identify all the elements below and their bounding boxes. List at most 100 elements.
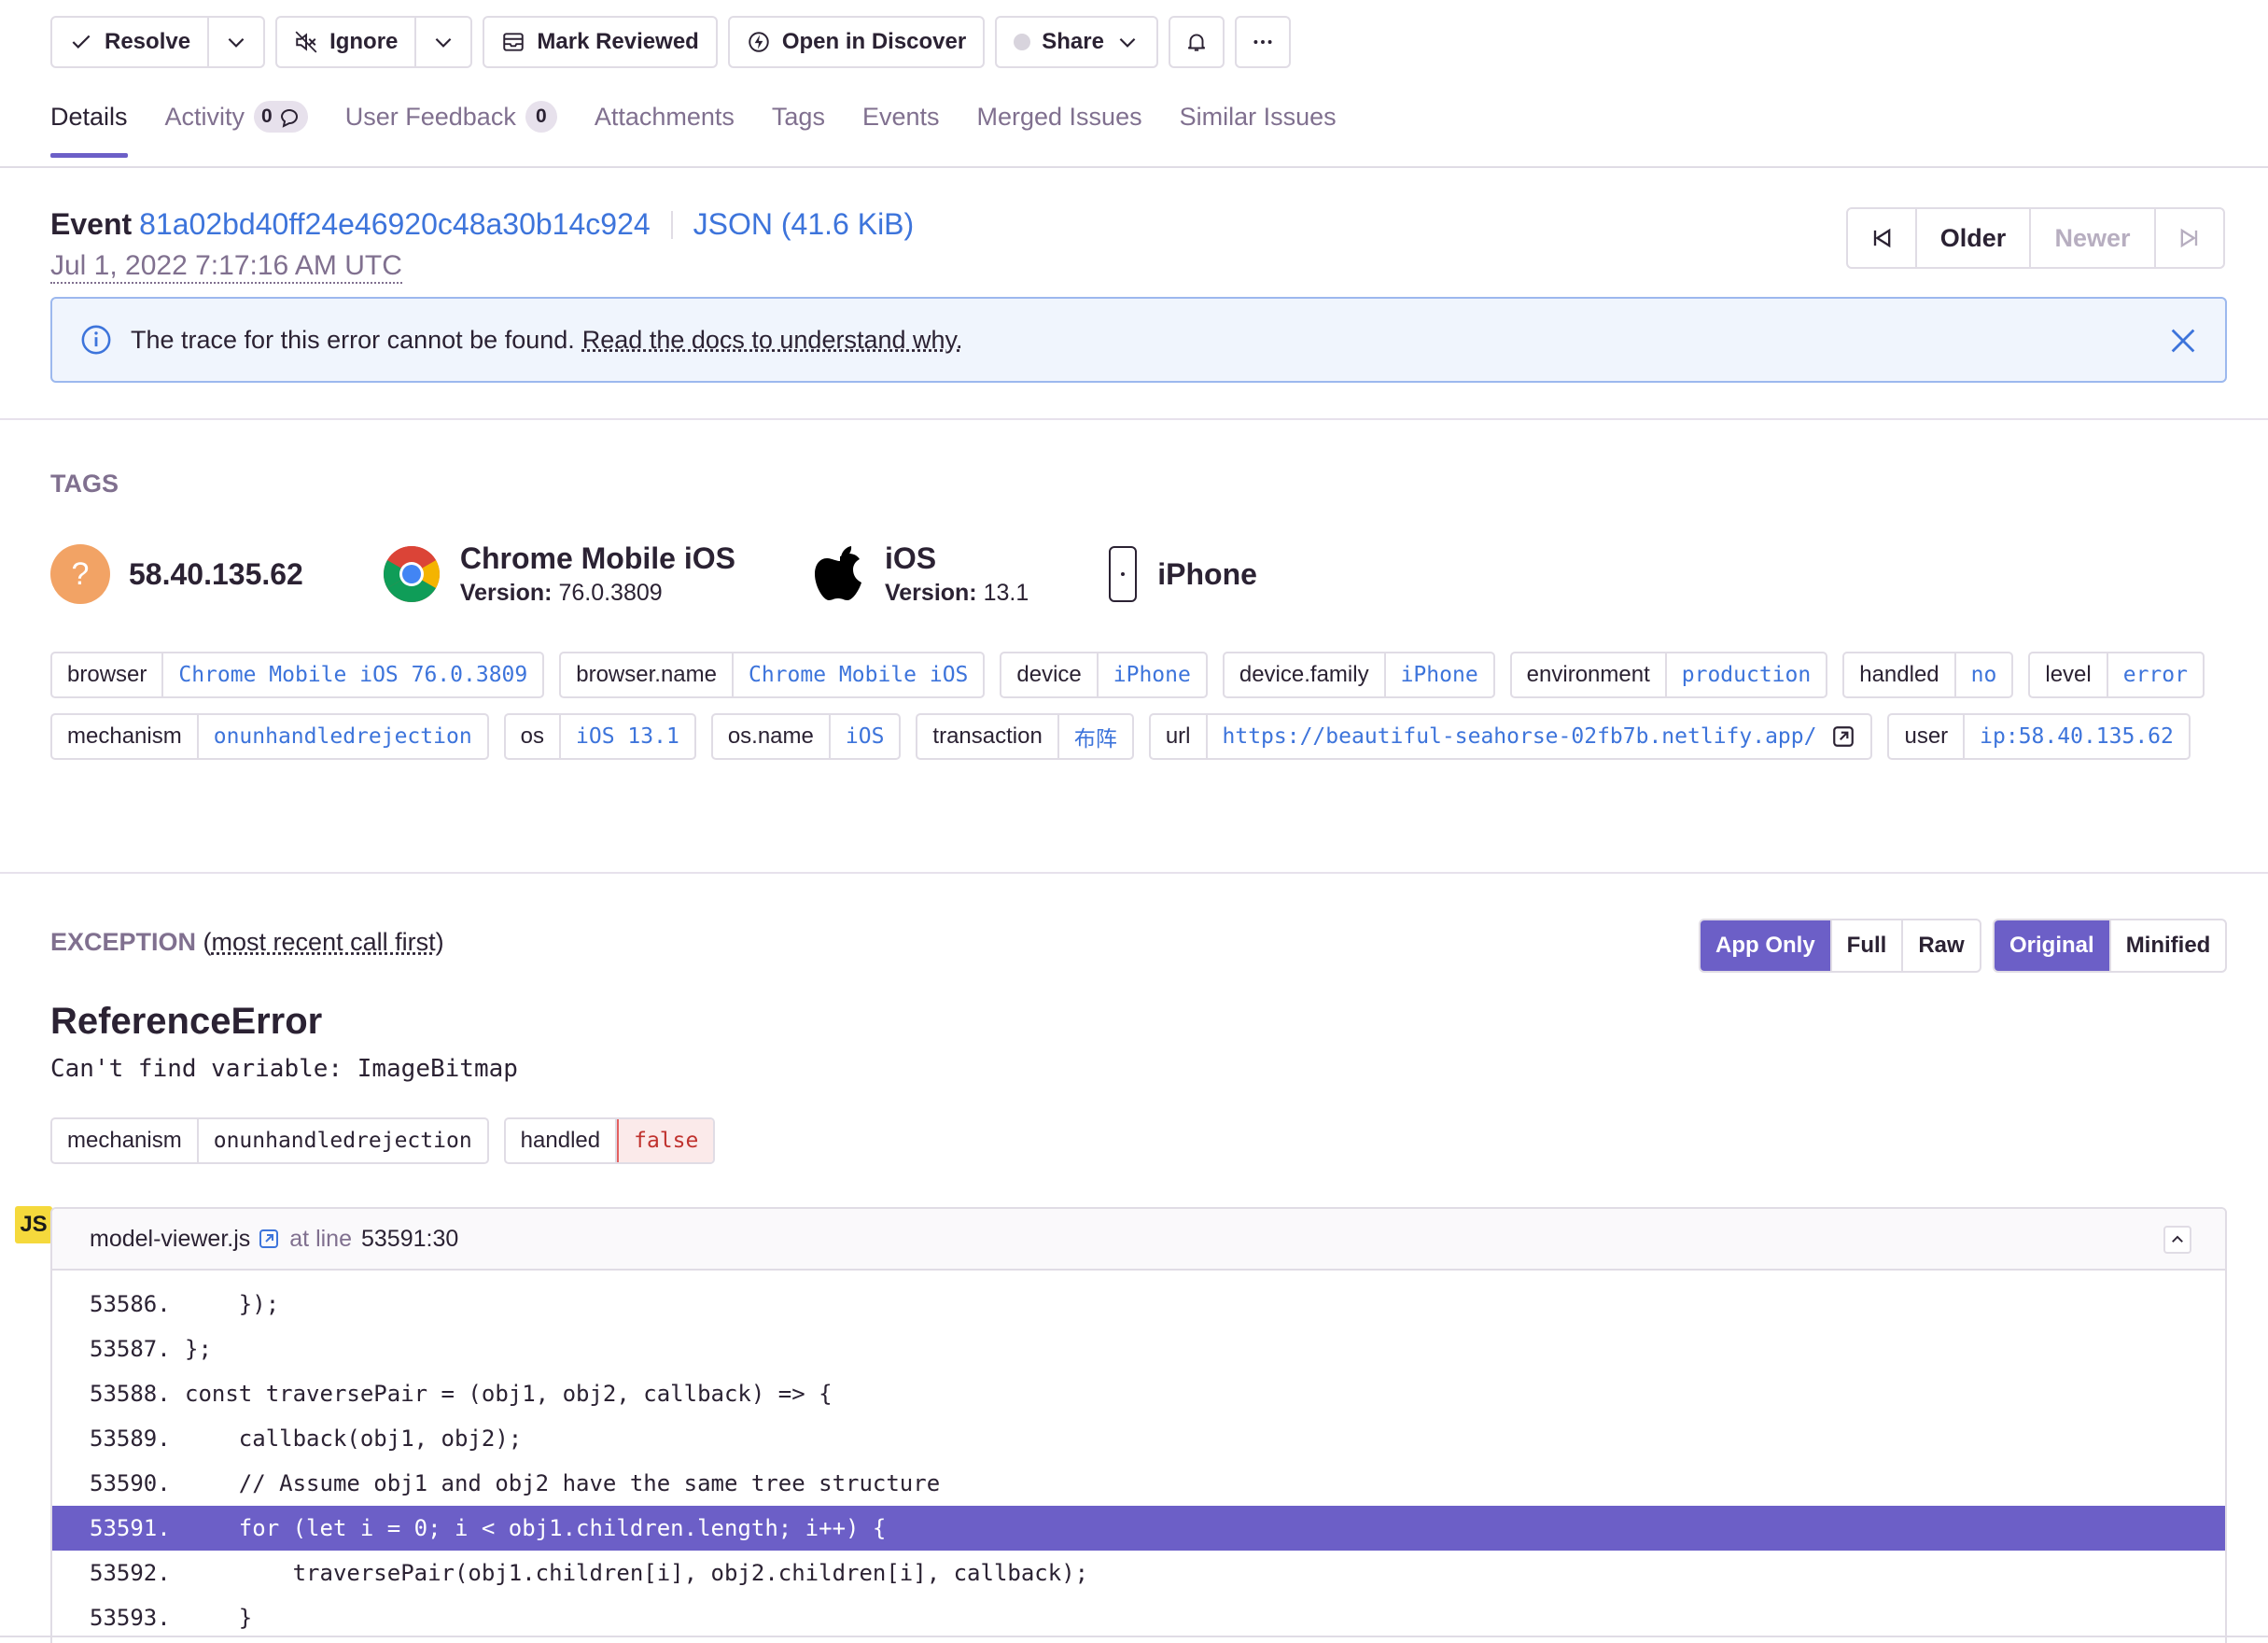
- more-actions-button[interactable]: [1234, 16, 1291, 68]
- event-json-link[interactable]: JSON (41.6 KiB): [693, 207, 915, 242]
- tag-value[interactable]: iPhone: [1386, 653, 1493, 696]
- code-line: 53588. const traversePair = (obj1, obj2, …: [52, 1371, 2225, 1416]
- tag-chip[interactable]: environment production: [1509, 652, 1828, 698]
- tag-key: device: [1001, 653, 1099, 696]
- tab-merged-issues[interactable]: Merged Issues: [977, 101, 1142, 155]
- alert-docs-link[interactable]: Read the docs to understand why.: [582, 326, 963, 355]
- tag-chip[interactable]: device.family iPhone: [1222, 652, 1495, 698]
- tag-chip[interactable]: browser Chrome Mobile iOS 76.0.3809: [50, 652, 545, 698]
- exception-order-toggle[interactable]: most recent call first: [212, 928, 436, 956]
- tag-key: browser: [52, 653, 164, 696]
- tab-activity[interactable]: Activity 0: [165, 101, 308, 155]
- tag-value[interactable]: 布阵: [1059, 715, 1132, 758]
- line-code: };: [185, 1336, 212, 1362]
- stack-frame-header[interactable]: model-viewer.js at line 53591:30: [52, 1209, 2225, 1271]
- tag-chip[interactable]: url https://beautiful-seahorse-02fb7b.net…: [1148, 713, 1873, 760]
- issue-actions-toolbar: Resolve Ignore Mark Reviewed Open in Dis…: [50, 16, 1291, 68]
- last-event-button[interactable]: [2156, 209, 2223, 267]
- tab-attachments-label: Attachments: [594, 102, 735, 131]
- tab-attachments[interactable]: Attachments: [595, 101, 735, 155]
- tab-user-feedback[interactable]: User Feedback 0: [345, 101, 557, 155]
- tag-chip[interactable]: device iPhone: [1000, 652, 1208, 698]
- chrome-icon: [383, 546, 440, 603]
- handled-tag-key: handled: [506, 1119, 618, 1162]
- view-original-button[interactable]: Original: [1995, 920, 2111, 971]
- line-code: }: [185, 1605, 253, 1631]
- handled-tag-value: false: [617, 1119, 714, 1162]
- tag-key: url: [1151, 715, 1208, 758]
- collapse-frame-button[interactable]: [2163, 1226, 2191, 1254]
- tag-value[interactable]: onunhandledrejection: [199, 715, 487, 758]
- tag-value[interactable]: https://beautiful-seahorse-02fb7b.netlif…: [1208, 715, 1871, 758]
- tag-value-text: onunhandledrejection: [213, 724, 472, 749]
- mark-reviewed-button[interactable]: Mark Reviewed: [483, 16, 718, 68]
- first-event-button[interactable]: [1848, 209, 1917, 267]
- tag-value[interactable]: iOS: [831, 715, 900, 758]
- summary-browser-text: Chrome Mobile iOS Version: 76.0.3809: [460, 541, 735, 607]
- tag-value[interactable]: iOS 13.1: [561, 715, 694, 758]
- tag-chip[interactable]: mechanism onunhandledrejection: [50, 713, 489, 760]
- code-line: 53589. callback(obj1, obj2);: [52, 1416, 2225, 1461]
- line-code: // Assume obj1 and obj2 have the same tr…: [185, 1470, 941, 1496]
- subscribe-button[interactable]: [1168, 16, 1225, 68]
- tag-value[interactable]: Chrome Mobile iOS: [734, 653, 983, 696]
- newer-event-button[interactable]: Newer: [2031, 209, 2156, 267]
- share-button[interactable]: Share: [995, 16, 1158, 68]
- ignore-button[interactable]: Ignore: [275, 16, 417, 68]
- ignore-dropdown-button[interactable]: [416, 16, 473, 68]
- tag-chip[interactable]: transaction 布阵: [916, 713, 1134, 760]
- resolve-button[interactable]: Resolve: [50, 16, 210, 68]
- older-event-button[interactable]: Older: [1917, 209, 2031, 267]
- tag-chip[interactable]: os.name iOS: [710, 713, 902, 760]
- user-feedback-count-badge: 0: [525, 101, 557, 133]
- tag-chip[interactable]: user ip:58.40.135.62: [1887, 713, 2191, 760]
- tag-value[interactable]: error: [2108, 653, 2203, 696]
- tag-value[interactable]: iPhone: [1099, 653, 1206, 696]
- javascript-platform-icon: JS: [15, 1206, 52, 1243]
- mechanism-tag-key: mechanism: [52, 1119, 199, 1162]
- tag-value-text: iOS: [845, 724, 885, 749]
- tab-tags[interactable]: Tags: [772, 101, 825, 155]
- line-number: 53591.: [90, 1515, 171, 1541]
- tag-value-text: Chrome Mobile iOS: [748, 663, 969, 687]
- tag-chip[interactable]: handled no: [1842, 652, 2014, 698]
- skip-back-icon: [1873, 228, 1891, 248]
- exception-type: ReferenceError: [50, 1001, 323, 1042]
- tag-value[interactable]: ip:58.40.135.62: [1965, 715, 2189, 758]
- activity-count-badge: 0: [254, 101, 308, 133]
- view-full-button[interactable]: Full: [1832, 920, 1904, 971]
- view-app-only-button[interactable]: App Only: [1701, 920, 1832, 971]
- event-id-link[interactable]: 81a02bd40ff24e46920c48a30b14c924: [139, 207, 651, 242]
- close-icon[interactable]: [2167, 325, 2199, 357]
- tag-chip[interactable]: browser.name Chrome Mobile iOS: [559, 652, 986, 698]
- open-in-discover-button[interactable]: Open in Discover: [727, 16, 986, 68]
- tab-similar-issues[interactable]: Similar Issues: [1180, 101, 1337, 155]
- tab-details[interactable]: Details: [50, 101, 128, 158]
- tag-value[interactable]: production: [1667, 653, 1826, 696]
- open-link-icon[interactable]: [1831, 724, 1855, 749]
- chevron-down-icon: [1119, 37, 1136, 48]
- source-map-toggle: Original Minified: [1993, 919, 2228, 973]
- view-raw-button[interactable]: Raw: [1903, 920, 1979, 971]
- tag-key: environment: [1512, 653, 1667, 696]
- ellipsis-icon: [1253, 40, 1272, 44]
- tag-chip[interactable]: os iOS 13.1: [503, 713, 696, 760]
- summary-os: iOS Version: 13.1: [814, 541, 1029, 607]
- chevron-down-icon: [228, 37, 245, 48]
- tag-chip[interactable]: level error: [2028, 652, 2205, 698]
- view-minified-button[interactable]: Minified: [2111, 920, 2226, 971]
- tab-activity-label: Activity: [164, 102, 245, 131]
- share-label: Share: [1042, 29, 1104, 54]
- open-link-icon[interactable]: [258, 1228, 280, 1250]
- frame-context-code: 53586. }); 53587.}; 53588. const traversePa…: [52, 1271, 2225, 1640]
- tab-events[interactable]: Events: [862, 101, 940, 155]
- summary-device-name: iPhone: [1157, 556, 1257, 591]
- tag-value[interactable]: Chrome Mobile iOS 76.0.3809: [163, 653, 542, 696]
- event-header-separator: [670, 210, 673, 239]
- resolve-dropdown-button[interactable]: [209, 16, 266, 68]
- ignore-button-group: Ignore: [275, 16, 473, 68]
- mechanism-tags: mechanism onunhandledrejection handled f…: [50, 1117, 716, 1164]
- event-label: Event: [50, 207, 133, 241]
- mark-reviewed-label: Mark Reviewed: [537, 29, 699, 54]
- tag-value[interactable]: no: [1956, 653, 2012, 696]
